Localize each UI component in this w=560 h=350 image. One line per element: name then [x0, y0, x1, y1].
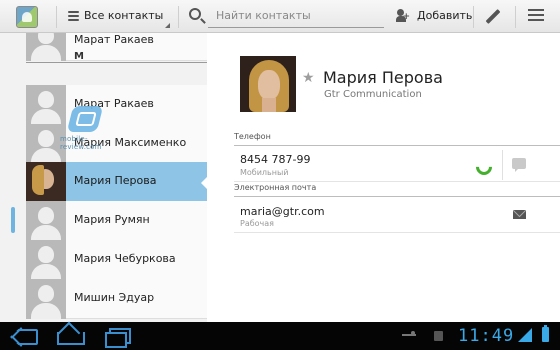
favorite-star-icon[interactable]: ★: [302, 70, 315, 86]
recent-apps-icon[interactable]: [105, 328, 131, 348]
divider: [502, 150, 503, 180]
fast-scroll-thumb[interactable]: [11, 207, 15, 233]
divider: [515, 6, 516, 28]
avatar-placeholder-icon: [26, 201, 66, 241]
search-underline: [208, 27, 384, 28]
action-bar: Все контакты Найти контакты + Добавить: [0, 0, 560, 33]
call-icon[interactable]: [474, 157, 490, 173]
add-label: Добавить: [417, 9, 473, 22]
add-contact-button[interactable]: + Добавить: [394, 0, 473, 33]
contact-name: Мария Чебуркова: [74, 252, 176, 265]
contacts-app-icon[interactable]: [16, 6, 38, 28]
usb-icon: [402, 330, 416, 340]
avatar: [26, 162, 66, 202]
divider: [234, 232, 560, 233]
list-item-selected[interactable]: Мария Перова: [26, 162, 207, 202]
watermark-text: mobile-review.com: [60, 135, 102, 151]
signal-icon: [518, 328, 534, 344]
notification-icon: [434, 331, 443, 341]
search-icon: [189, 8, 201, 20]
contact-filter-dropdown[interactable]: Все контакты: [66, 0, 170, 33]
search-placeholder: Найти контакты: [216, 9, 311, 22]
avatar-placeholder-icon: [26, 279, 66, 319]
sms-icon[interactable]: [512, 158, 526, 172]
list-item[interactable]: Мишин Эдуар: [26, 279, 207, 319]
divider: [234, 181, 560, 182]
contact-list[interactable]: Марат Ракаев М Марат Ракаев Мария Максим…: [0, 33, 207, 322]
list-icon: [68, 11, 79, 21]
phone-number[interactable]: 8454 787-99: [240, 153, 310, 166]
watermark-logo-icon: [66, 106, 104, 132]
phone-section-header: Телефон: [234, 132, 560, 146]
divider: [56, 6, 57, 28]
search-field[interactable]: Найти контакты: [186, 0, 384, 33]
list-item[interactable]: Мария Румян: [26, 201, 207, 241]
contact-name: Мария Румян: [74, 213, 150, 226]
divider: [473, 6, 474, 28]
system-bar: 11:49: [0, 322, 560, 350]
contact-name-title: Мария Перова: [323, 68, 443, 87]
contact-detail-pane: ★ Мария Перова Gtr Communication Телефон…: [207, 33, 560, 322]
contact-photo[interactable]: [240, 56, 296, 112]
clock[interactable]: 11:49: [458, 326, 514, 346]
email-section-header: Электронная почта: [234, 183, 560, 197]
list-item[interactable]: Марат Ракаев: [26, 85, 207, 125]
add-person-icon: +: [396, 9, 410, 23]
battery-icon: [542, 325, 549, 342]
edit-pencil-icon[interactable]: [482, 6, 504, 28]
contact-name: Мария Перова: [74, 174, 157, 187]
email-address[interactable]: maria@gtr.com: [240, 205, 325, 218]
section-header: М: [26, 51, 207, 63]
email-icon[interactable]: [513, 210, 526, 219]
contact-name: Мишин Эдуар: [74, 291, 155, 304]
back-icon[interactable]: [10, 328, 36, 344]
email-type: Рабочая: [240, 219, 274, 228]
dropdown-corner-icon: [165, 23, 170, 28]
home-icon[interactable]: [57, 327, 81, 343]
overflow-menu-icon[interactable]: [528, 9, 544, 25]
filter-label: Все контакты: [84, 9, 164, 22]
avatar-placeholder-icon: [26, 240, 66, 280]
list-item[interactable]: Мария Чебуркова: [26, 240, 207, 280]
phone-type: Мобильный: [240, 168, 289, 177]
list-item[interactable]: Мария Максименко: [26, 124, 207, 164]
divider: [178, 6, 179, 28]
watermark: mobile-review.com: [60, 102, 112, 151]
contact-name: Марат Ракаев: [74, 33, 154, 46]
contact-company: Gtr Communication: [324, 89, 422, 100]
